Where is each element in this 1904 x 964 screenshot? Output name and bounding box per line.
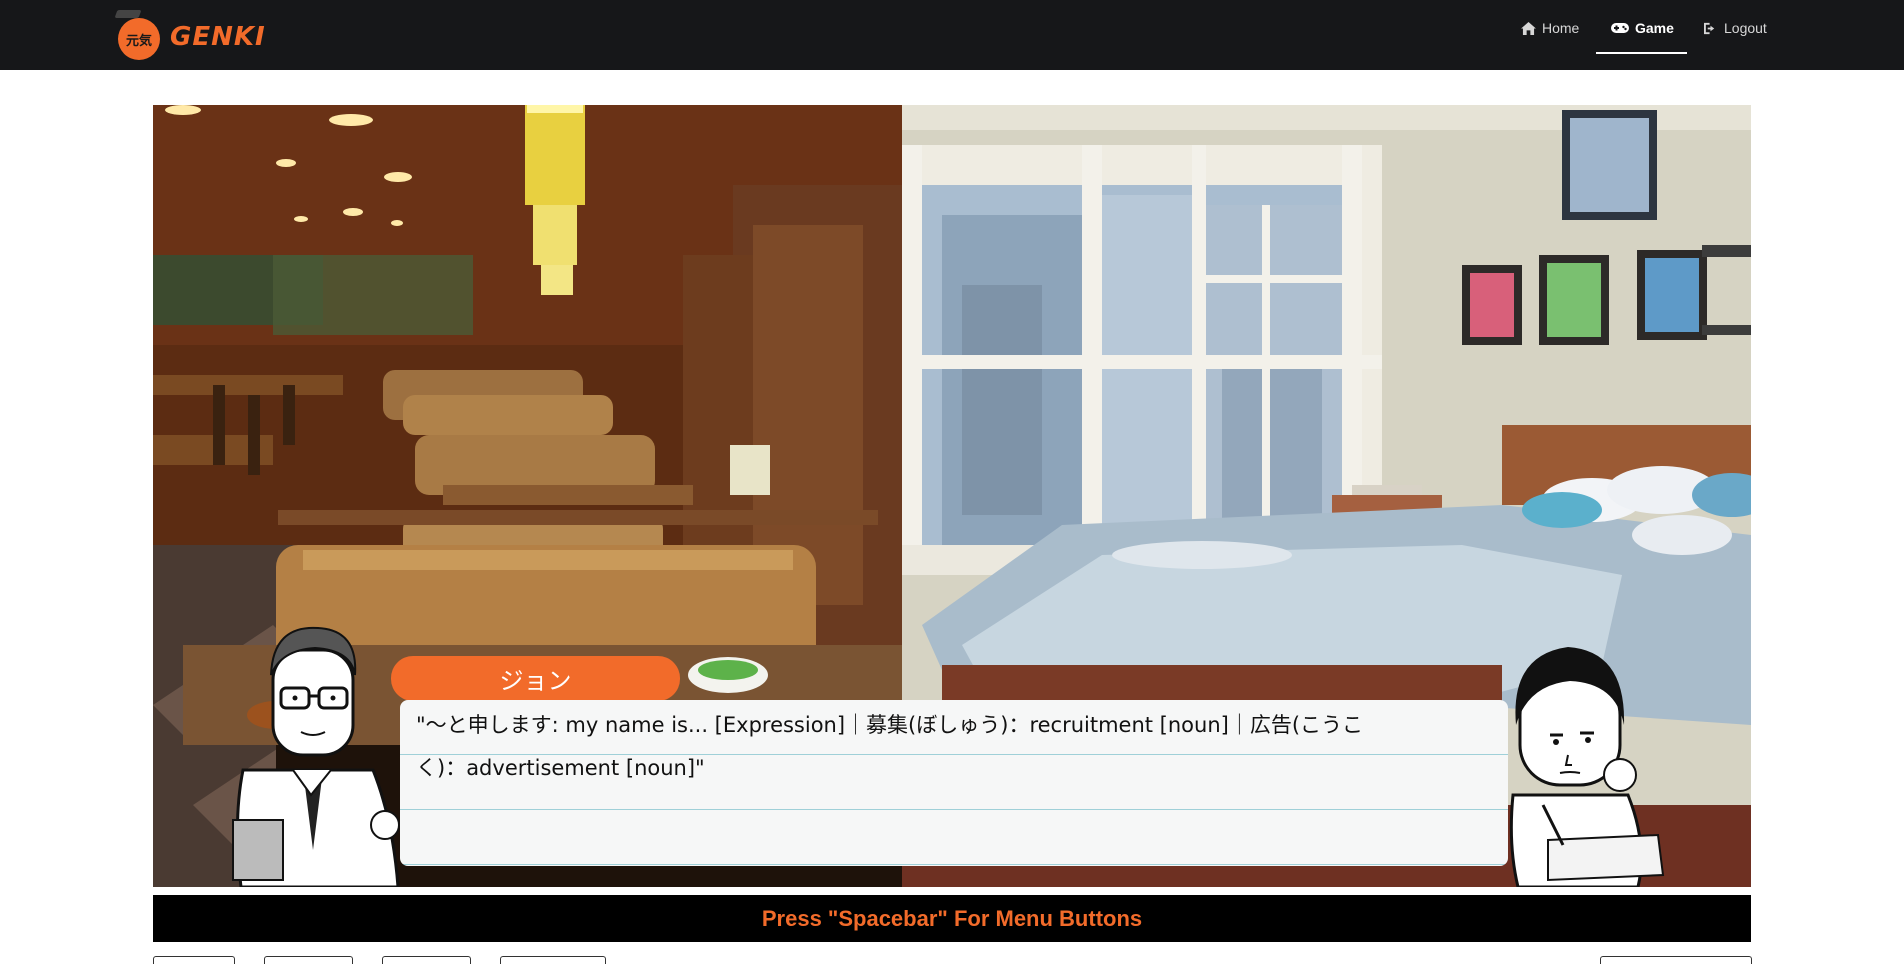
home-icon [1521, 22, 1536, 35]
nav-logout-label: Logout [1724, 20, 1767, 36]
dialog-box[interactable]: "～と申します: my name is... [Expression]｜募集(ぼ… [400, 700, 1508, 866]
genki-logo[interactable]: 元気 GENKI [114, 8, 266, 62]
nav-home-label: Home [1542, 20, 1580, 36]
logout-icon [1704, 22, 1715, 35]
nav-home[interactable]: Home [1521, 20, 1579, 54]
dialog-text: "～と申します: my name is... [Expression]｜募集(ぼ… [416, 713, 1364, 780]
nav-game-label: Game [1635, 20, 1674, 36]
logo-text: GENKI [170, 22, 266, 52]
graduation-cap-icon [114, 10, 142, 18]
student-character [1509, 647, 1665, 887]
speaker-name-tag: ジョン [391, 656, 680, 701]
menu-hint-bar: Press "Spacebar" For Menu Buttons [153, 895, 1751, 942]
nav-logout[interactable]: Logout [1703, 20, 1767, 54]
gamepad-icon [1611, 23, 1629, 33]
logo-badge: 元気 [118, 18, 160, 60]
game-stage[interactable]: ジョン "～と申します: my name is... [Expression]｜… [153, 105, 1751, 887]
nav-active-indicator [1596, 52, 1687, 54]
navbar: 元気 GENKI Home Game Logout [0, 0, 1904, 70]
teacher-character [232, 626, 400, 887]
nav-game[interactable]: Game [1611, 20, 1674, 54]
